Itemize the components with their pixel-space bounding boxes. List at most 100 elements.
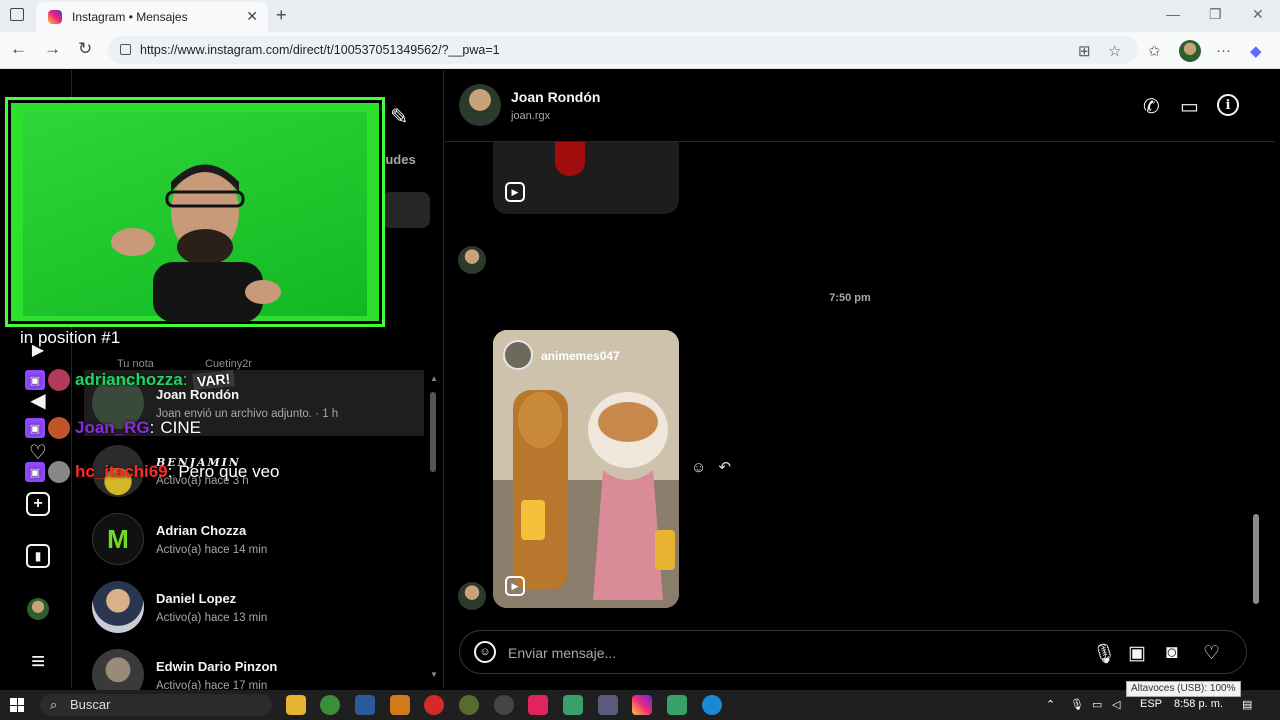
app-icon[interactable] (598, 695, 618, 715)
reel-author-avatar (503, 340, 533, 370)
tiktok-icon[interactable] (528, 695, 548, 715)
react-emoji-icon[interactable]: ☺ (691, 459, 706, 476)
conversation-status: Activo(a) hace 13 min (156, 611, 268, 624)
inbox-scrollbar[interactable] (430, 392, 436, 472)
app-icon[interactable] (459, 695, 479, 715)
chat-scroll-thumb[interactable] (1253, 514, 1259, 604)
inbox-search-field[interactable] (382, 192, 430, 228)
message-input[interactable]: Enviar mensaje... (508, 645, 616, 661)
chat-user-avatar (48, 461, 70, 483)
webcam-overlay (5, 97, 385, 327)
sender-avatar[interactable] (458, 582, 486, 610)
reel-icon: ▶ (505, 576, 525, 596)
forward-icon[interactable]: → (44, 39, 61, 59)
profile-avatar[interactable] (1179, 40, 1201, 62)
sticker-icon[interactable]: ◙ (1166, 642, 1177, 664)
chat-message-text: VAR! (192, 369, 236, 391)
volume-icon[interactable]: ◁ (1112, 698, 1120, 711)
microphone-tray-icon[interactable]: 🎙 (1070, 698, 1084, 711)
app-icon[interactable] (390, 695, 410, 715)
reply-icon[interactable]: ↶ (719, 459, 732, 476)
windows-start-icon[interactable] (10, 698, 24, 712)
twitch-icon: ▣ (25, 462, 45, 482)
edge-icon[interactable] (702, 695, 722, 715)
requests-link[interactable]: tudes (381, 152, 416, 167)
instagram-favicon-icon (48, 10, 62, 24)
video-call-icon[interactable]: ▭ (1180, 94, 1199, 119)
address-bar[interactable]: https://www.instagram.com/direct/t/10053… (108, 36, 1138, 64)
close-window-icon[interactable]: ✕ (1252, 6, 1264, 23)
conversation-name: Daniel Lopez (156, 590, 237, 606)
app-available-icon[interactable]: ⊞ (1078, 42, 1091, 60)
phone-call-icon[interactable]: ✆ (1143, 94, 1160, 119)
avatar (92, 581, 144, 633)
emoji-message[interactable]: 😂 (500, 222, 549, 272)
webcam-feed (23, 112, 367, 322)
like-heart-icon[interactable]: ♡ (1203, 642, 1220, 665)
url-text: https://www.instagram.com/direct/t/10053… (140, 43, 500, 57)
shared-reel-previous[interactable]: ▶ (493, 142, 679, 214)
obs-icon[interactable] (494, 695, 514, 715)
chat-scrollbar[interactable] (1251, 150, 1261, 610)
conversation-name: Adrian Chozza (156, 522, 247, 538)
tray-chevron-icon[interactable]: ⌃ (1046, 698, 1055, 711)
new-message-icon[interactable]: ✎ (390, 104, 408, 130)
scroll-up-icon[interactable]: ▲ (430, 374, 438, 383)
image-upload-icon[interactable]: ▣ (1128, 642, 1146, 665)
instagram-taskbar-icon[interactable] (632, 695, 652, 715)
emoji-picker-icon[interactable]: ☺ (474, 641, 496, 663)
browser-tab-instagram[interactable]: Instagram • Mensajes ✕ (36, 2, 268, 32)
chat-message-text: CINE (160, 418, 201, 437)
maximize-icon[interactable]: ❐ (1209, 6, 1222, 23)
app-icon[interactable] (355, 695, 375, 715)
conversation-item[interactable]: Daniel Lopez Activo(a) hace 13 min (84, 574, 424, 640)
contact-name[interactable]: Joan Rondón (511, 89, 600, 105)
dashboard-icon[interactable]: ▮ (26, 544, 50, 568)
app-icon[interactable] (424, 695, 444, 715)
menu-hamburger-icon[interactable]: ≡ (26, 648, 50, 675)
clock[interactable]: 8:58 p. m. (1174, 698, 1223, 710)
chat-username: adrianchozza (75, 370, 183, 389)
chat-separator: : (167, 462, 173, 481)
message-composer[interactable]: ☺ Enviar mensaje... 🎙 ▣ ◙ ♡ (459, 630, 1247, 674)
new-tab-icon[interactable]: + (276, 5, 287, 26)
chrome-icon[interactable] (320, 695, 340, 715)
back-icon[interactable]: ← (10, 39, 27, 59)
conversation-info-icon[interactable]: i (1217, 94, 1239, 116)
screen: Instagram • Mensajes ✕ + — ❐ ✕ ← → ↻ htt… (0, 0, 1280, 720)
sidebar-toggle-icon[interactable] (10, 8, 24, 21)
contact-avatar[interactable] (459, 84, 501, 126)
stream-chat-message: ▣ adrianchozza : VAR! (25, 369, 236, 391)
minimize-icon[interactable]: — (1166, 6, 1180, 22)
reload-icon[interactable]: ↻ (78, 39, 92, 59)
create-icon[interactable]: + (26, 492, 50, 516)
chat-username: hc_itachi69 (75, 462, 168, 481)
file-explorer-icon[interactable] (286, 695, 306, 715)
copilot-icon[interactable]: ◆ (1250, 42, 1262, 60)
favorite-star-icon[interactable]: ☆ (1108, 42, 1121, 60)
notifications-icon[interactable]: ▤ (1242, 698, 1252, 711)
stream-position-text: in position #1 (20, 328, 121, 347)
app-icon[interactable] (667, 695, 687, 715)
profile-avatar-icon (27, 598, 49, 620)
messages-icon[interactable]: ◀ (26, 388, 50, 412)
shared-reel-card[interactable]: animemes047 ▶ (493, 330, 679, 608)
network-icon[interactable]: ▭ (1092, 698, 1102, 711)
conversation-item[interactable]: M Adrian Chozza Activo(a) hace 14 min (84, 506, 424, 572)
scroll-down-icon[interactable]: ▼ (430, 670, 438, 679)
chat-header: Joan Rondón joan.rgx ✆ ▭ i (445, 70, 1275, 142)
favorites-icon[interactable]: ✩ (1148, 42, 1161, 60)
microphone-icon[interactable]: 🎙 (1092, 642, 1116, 666)
language-indicator[interactable]: ESP (1140, 698, 1162, 710)
app-icon[interactable] (563, 695, 583, 715)
sender-avatar[interactable] (458, 246, 486, 274)
taskbar-search[interactable]: ⌕ Buscar (40, 694, 272, 716)
chat-panel: Joan Rondón joan.rgx ✆ ▭ i ▶ 😂 7:50 pm a… (445, 70, 1275, 688)
close-tab-icon[interactable]: ✕ (246, 8, 258, 25)
profile-nav-item[interactable] (26, 597, 50, 621)
site-info-icon[interactable] (120, 44, 131, 55)
reel-image (493, 330, 679, 608)
reel-author-name[interactable]: animemes047 (541, 349, 620, 363)
streamer-image (111, 164, 281, 322)
more-icon[interactable]: ··· (1216, 42, 1231, 59)
